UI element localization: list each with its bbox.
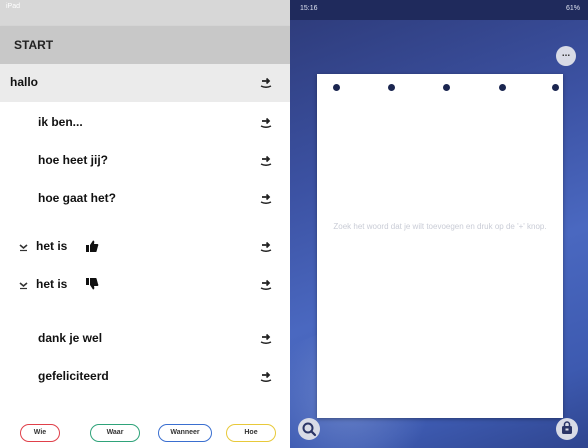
filter-waar[interactable]: Waar bbox=[90, 424, 140, 442]
sentence-card[interactable]: Zoek het woord dat je wilt toevoegen en … bbox=[317, 74, 563, 418]
start-header[interactable]: START bbox=[0, 26, 290, 64]
phrase-label: gefeliciteerd bbox=[38, 369, 109, 383]
status-bar-right: 15:16 61% bbox=[290, 0, 588, 20]
bag-button[interactable] bbox=[556, 418, 578, 440]
composer-panel: 15:16 61% ... Zoek het woord dat je wilt… bbox=[290, 0, 588, 448]
chevron-down-icon[interactable] bbox=[18, 280, 29, 290]
slot-dot bbox=[499, 84, 506, 91]
status-bar-left: iPad bbox=[0, 0, 290, 26]
phrase-label: ik ben... bbox=[38, 115, 83, 129]
search-button[interactable] bbox=[298, 418, 320, 440]
phrase-row[interactable]: hoe heet jij? bbox=[0, 142, 290, 180]
chevron-down-icon[interactable] bbox=[18, 242, 29, 252]
thumbs-down-icon bbox=[86, 278, 99, 290]
filter-wanneer[interactable]: Wanneer bbox=[158, 424, 212, 442]
phrase-row[interactable]: ik ben... bbox=[0, 104, 290, 142]
search-icon bbox=[302, 422, 317, 437]
phrase-row[interactable]: het is bbox=[0, 228, 290, 266]
slot-dot bbox=[388, 84, 395, 91]
phrase-panel: iPad START hallo ik ben... hoe heet jij? ho… bbox=[0, 0, 290, 448]
card-hint-text: Zoek het woord dat je wilt toevoegen en … bbox=[333, 222, 547, 231]
add-phrase-icon[interactable] bbox=[258, 152, 274, 168]
add-phrase-icon[interactable] bbox=[258, 238, 274, 254]
phrase-label: dank je wel bbox=[38, 331, 103, 345]
phrase-row[interactable]: dank je wel bbox=[0, 320, 290, 358]
add-phrase-icon[interactable] bbox=[258, 74, 274, 90]
phrase-label: hoe heet jij? bbox=[38, 153, 109, 167]
thumbs-up-icon bbox=[86, 240, 99, 252]
slot-dot bbox=[552, 84, 559, 91]
carrier-label: iPad bbox=[6, 3, 21, 10]
filter-wie[interactable]: Wie bbox=[20, 424, 60, 442]
add-phrase-icon[interactable] bbox=[258, 114, 274, 130]
start-label: START bbox=[14, 38, 54, 52]
phrase-label: hoe gaat het? bbox=[38, 191, 117, 205]
clock: 15:16 bbox=[300, 5, 318, 12]
more-button[interactable]: ... bbox=[556, 46, 576, 66]
filter-hoe[interactable]: Hoe bbox=[226, 424, 276, 442]
add-phrase-icon[interactable] bbox=[258, 330, 274, 346]
slot-dot bbox=[443, 84, 450, 91]
battery-label: 61% bbox=[565, 5, 580, 12]
phrase-label: het is bbox=[36, 277, 68, 291]
slot-dot bbox=[333, 84, 340, 91]
add-phrase-icon[interactable] bbox=[258, 276, 274, 292]
phrase-row[interactable]: het is bbox=[0, 266, 290, 304]
phrase-label: hallo bbox=[10, 75, 39, 89]
phrase-row[interactable]: hallo bbox=[0, 64, 290, 102]
phrase-label: het is bbox=[36, 239, 68, 253]
filter-bar: Wie Waar Wanneer Hoe bbox=[0, 414, 290, 448]
phrase-row[interactable]: hoe gaat het? bbox=[0, 180, 290, 218]
add-phrase-icon[interactable] bbox=[258, 368, 274, 384]
phrase-row[interactable]: gefeliciteerd bbox=[0, 358, 290, 396]
bag-icon bbox=[562, 421, 572, 434]
add-phrase-icon[interactable] bbox=[258, 190, 274, 206]
